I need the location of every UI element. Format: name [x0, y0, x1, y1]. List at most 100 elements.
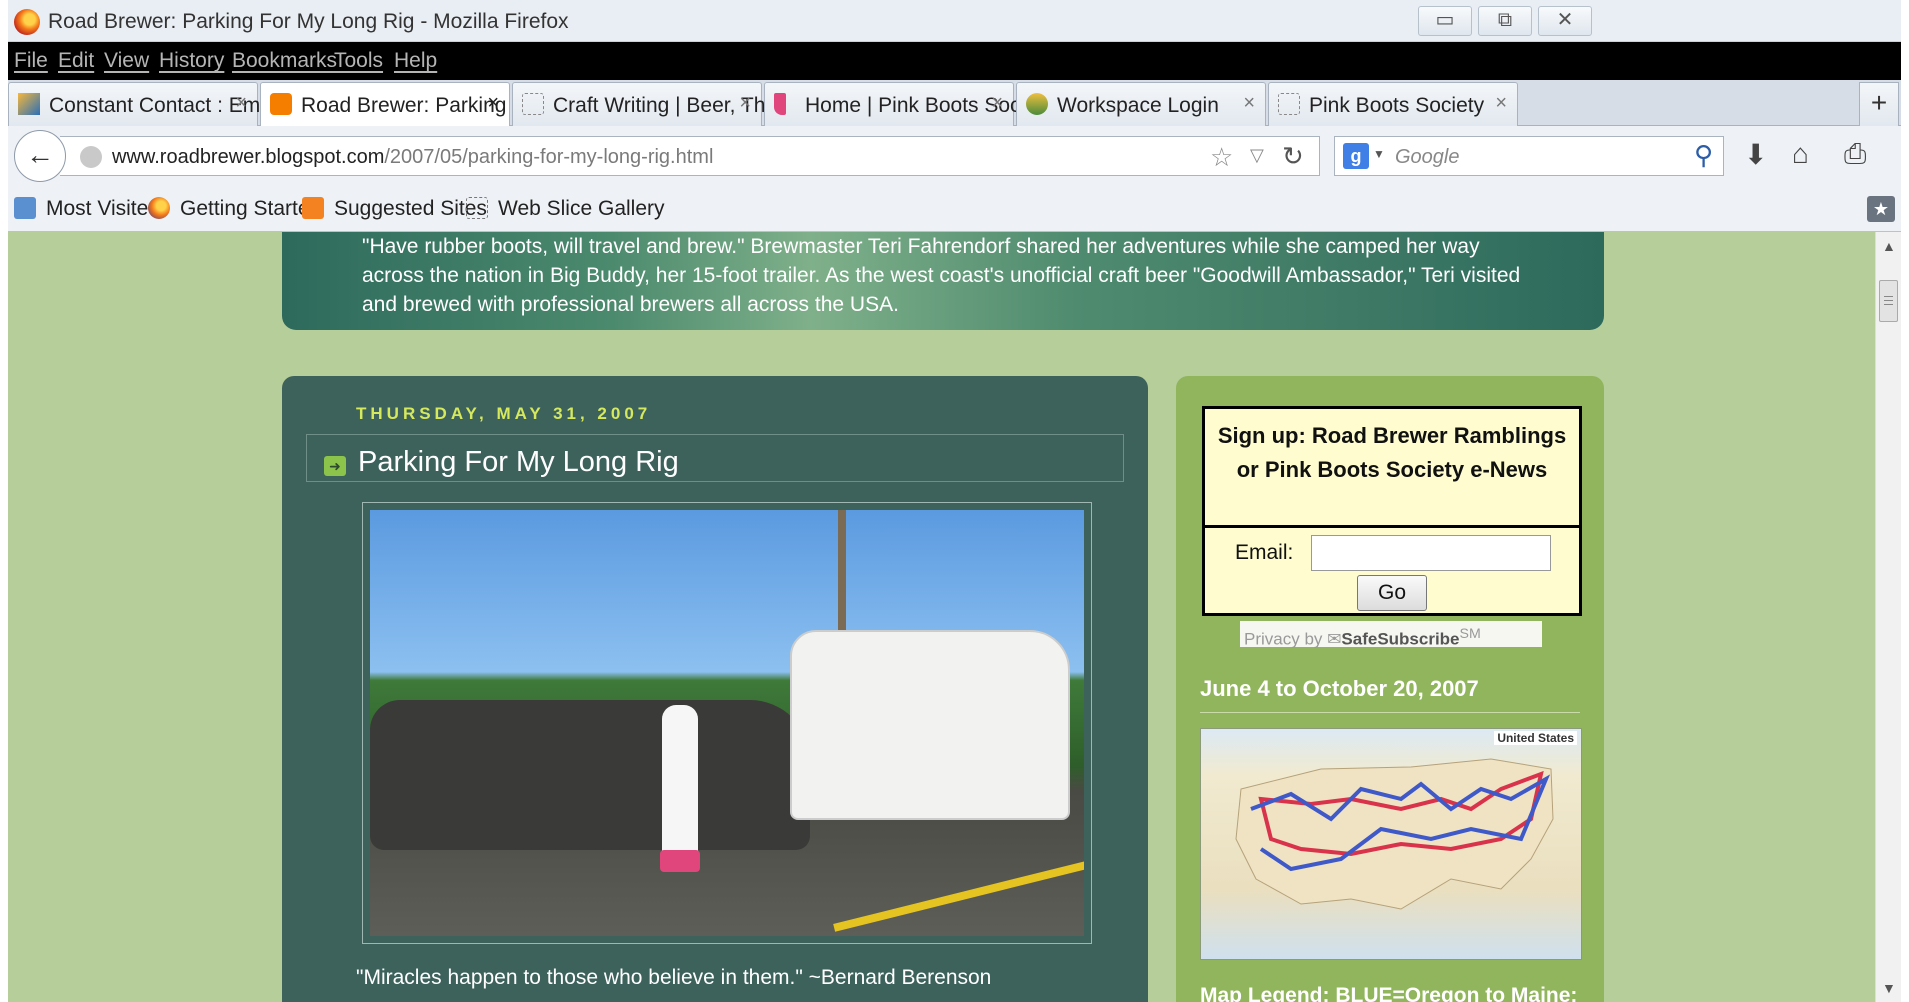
privacy-link[interactable]: Privacy by ✉SafeSubscribeSM [1240, 621, 1542, 649]
bookmarks-bar: Most Visited Getting Started Suggested S… [8, 186, 1901, 232]
back-button[interactable]: ← [14, 130, 66, 182]
scroll-down-icon[interactable]: ▼ [1882, 980, 1896, 996]
arrow-icon: ➜ [324, 456, 346, 476]
menu-file[interactable]: File [14, 49, 48, 73]
tab-label: Workspace Login [1057, 94, 1219, 117]
route-map[interactable]: United States [1200, 728, 1582, 960]
title-bar: Road Brewer: Parking For My Long Rig - M… [8, 0, 1901, 42]
privacy-brand: SafeSubscribe [1341, 629, 1460, 649]
web-slice-icon [466, 197, 488, 219]
menu-edit[interactable]: Edit [58, 49, 94, 73]
close-tab-icon[interactable]: × [487, 92, 499, 115]
url-text[interactable]: www.roadbrewer.blogspot.com/2007/05/park… [112, 146, 713, 169]
minimize-button[interactable]: ▭ [1418, 6, 1472, 36]
menu-bookmarks[interactable]: Bookmarks [232, 49, 337, 73]
close-window-button[interactable]: ✕ [1538, 6, 1592, 36]
tab-label: Road Brewer: Parking F... [301, 94, 541, 117]
map-legend: Map Legend: BLUE=Oregon to Maine: [1200, 984, 1578, 1002]
route-map-graphic [1235, 758, 1554, 910]
tab-constant-contact[interactable]: Constant Contact : Em... × [8, 82, 278, 126]
blank-page-icon [522, 93, 544, 115]
post-title[interactable]: Parking For My Long Rig [358, 446, 679, 479]
tab-craft-writing[interactable]: Craft Writing | Beer, Th... × [512, 82, 783, 126]
van [370, 700, 810, 850]
close-tab-icon[interactable]: × [1243, 92, 1255, 115]
go-button[interactable]: Go [1357, 575, 1427, 611]
vertical-scrollbar[interactable]: ▲ ▼ [1875, 232, 1901, 1002]
chevron-down-icon[interactable]: ▼ [1373, 147, 1385, 161]
divider [1200, 712, 1580, 713]
privacy-prefix: Privacy by [1244, 629, 1323, 649]
blank-page-icon [1278, 93, 1300, 115]
tab-pink-boots-home[interactable]: Home | Pink Boots Soc... × [764, 82, 1038, 126]
map-date-range: June 4 to October 20, 2007 [1200, 676, 1479, 701]
bookmark-label: Getting Started [180, 197, 322, 220]
bookmark-getting-started[interactable]: Getting Started [148, 197, 321, 221]
new-tab-button[interactable]: + [1859, 82, 1899, 126]
post-quote: "Miracles happen to those who believe in… [356, 966, 992, 989]
firefox-icon [148, 197, 170, 219]
tab-label: Pink Boots Society [1309, 94, 1485, 117]
pink-boot-icon [774, 93, 786, 115]
window-edge-left [0, 0, 8, 1002]
bookmark-web-slice-gallery[interactable]: Web Slice Gallery [466, 197, 665, 221]
signup-divider [1205, 525, 1579, 528]
restore-button[interactable]: ⧉ [1478, 6, 1532, 36]
signup-title: Sign up: Road Brewer Ramblings or Pink B… [1217, 423, 1567, 482]
scroll-up-icon[interactable]: ▲ [1882, 238, 1896, 254]
print-icon[interactable]: ⎙ [1844, 138, 1866, 171]
map-label: United States [1494, 731, 1577, 745]
download-icon[interactable]: ⬇ [1744, 138, 1767, 171]
post-column: THURSDAY, MAY 31, 2007 ➜ Parking For My … [282, 376, 1148, 1002]
close-tab-icon[interactable]: × [1495, 92, 1507, 115]
bookmarks-menu-icon[interactable]: ★ [1867, 196, 1895, 222]
url-dropdown-icon[interactable]: ▽ [1250, 145, 1264, 166]
sidebar: Sign up: Road Brewer Ramblings or Pink B… [1176, 376, 1604, 1002]
constant-contact-icon [18, 93, 40, 115]
close-tab-icon[interactable]: × [235, 92, 247, 115]
search-box[interactable]: g ▼ Google ⚲ [1334, 136, 1724, 176]
scrollbar-thumb[interactable] [1879, 280, 1898, 322]
tab-label: Home | Pink Boots Soc... [805, 94, 1039, 117]
post-photo[interactable] [370, 510, 1084, 936]
bookmark-suggested-sites[interactable]: Suggested Sites [302, 197, 487, 221]
most-visited-icon [14, 197, 36, 219]
url-path: /2007/05/parking-for-my-long-rig.html [384, 146, 714, 168]
bookmark-label: Suggested Sites [334, 197, 487, 220]
tab-road-brewer[interactable]: Road Brewer: Parking F... × [260, 82, 540, 126]
bookmark-label: Most Visited [46, 197, 160, 220]
menu-history[interactable]: History [159, 49, 224, 73]
home-icon[interactable]: ⌂ [1792, 138, 1809, 170]
navigation-bar: www.roadbrewer.blogspot.com/2007/05/park… [8, 126, 1901, 186]
tab-pink-boots-society[interactable]: Pink Boots Society × [1268, 82, 1518, 126]
search-input[interactable]: Google [1395, 146, 1460, 169]
window-title: Road Brewer: Parking For My Long Rig - M… [48, 10, 569, 33]
blogger-icon [270, 93, 292, 115]
globe-icon [80, 146, 102, 168]
menu-view[interactable]: View [104, 49, 149, 73]
menu-help[interactable]: Help [394, 49, 437, 73]
road-line [833, 856, 1084, 932]
page-content: "Have rubber boots, will travel and brew… [8, 232, 1875, 1002]
url-host: www.roadbrewer.blogspot.com [112, 146, 385, 168]
search-icon[interactable]: ⚲ [1694, 140, 1713, 171]
menu-tools[interactable]: Tools [334, 49, 383, 73]
bookmark-most-visited[interactable]: Most Visited [14, 197, 160, 221]
pink-boots [660, 850, 700, 872]
menu-bar: File Edit View History Bookmarks Tools H… [8, 42, 1901, 80]
post-date: THURSDAY, MAY 31, 2007 [356, 404, 652, 423]
window-edge-right [1901, 0, 1909, 1002]
bookmark-star-icon[interactable]: ☆ [1210, 142, 1233, 173]
bookmark-label: Web Slice Gallery [498, 197, 665, 220]
close-tab-icon[interactable]: × [991, 92, 1003, 115]
reload-icon[interactable]: ↻ [1282, 141, 1304, 172]
privacy-sup: SM [1459, 626, 1481, 642]
tab-workspace-login[interactable]: Workspace Login × [1016, 82, 1266, 126]
url-bar[interactable]: www.roadbrewer.blogspot.com/2007/05/park… [60, 136, 1320, 176]
close-tab-icon[interactable]: × [739, 92, 751, 115]
email-field[interactable] [1311, 535, 1551, 571]
firefox-icon [14, 9, 40, 35]
blog-description: "Have rubber boots, will travel and brew… [362, 235, 1521, 316]
workspace-icon [1026, 93, 1048, 115]
google-icon[interactable]: g [1343, 143, 1369, 169]
